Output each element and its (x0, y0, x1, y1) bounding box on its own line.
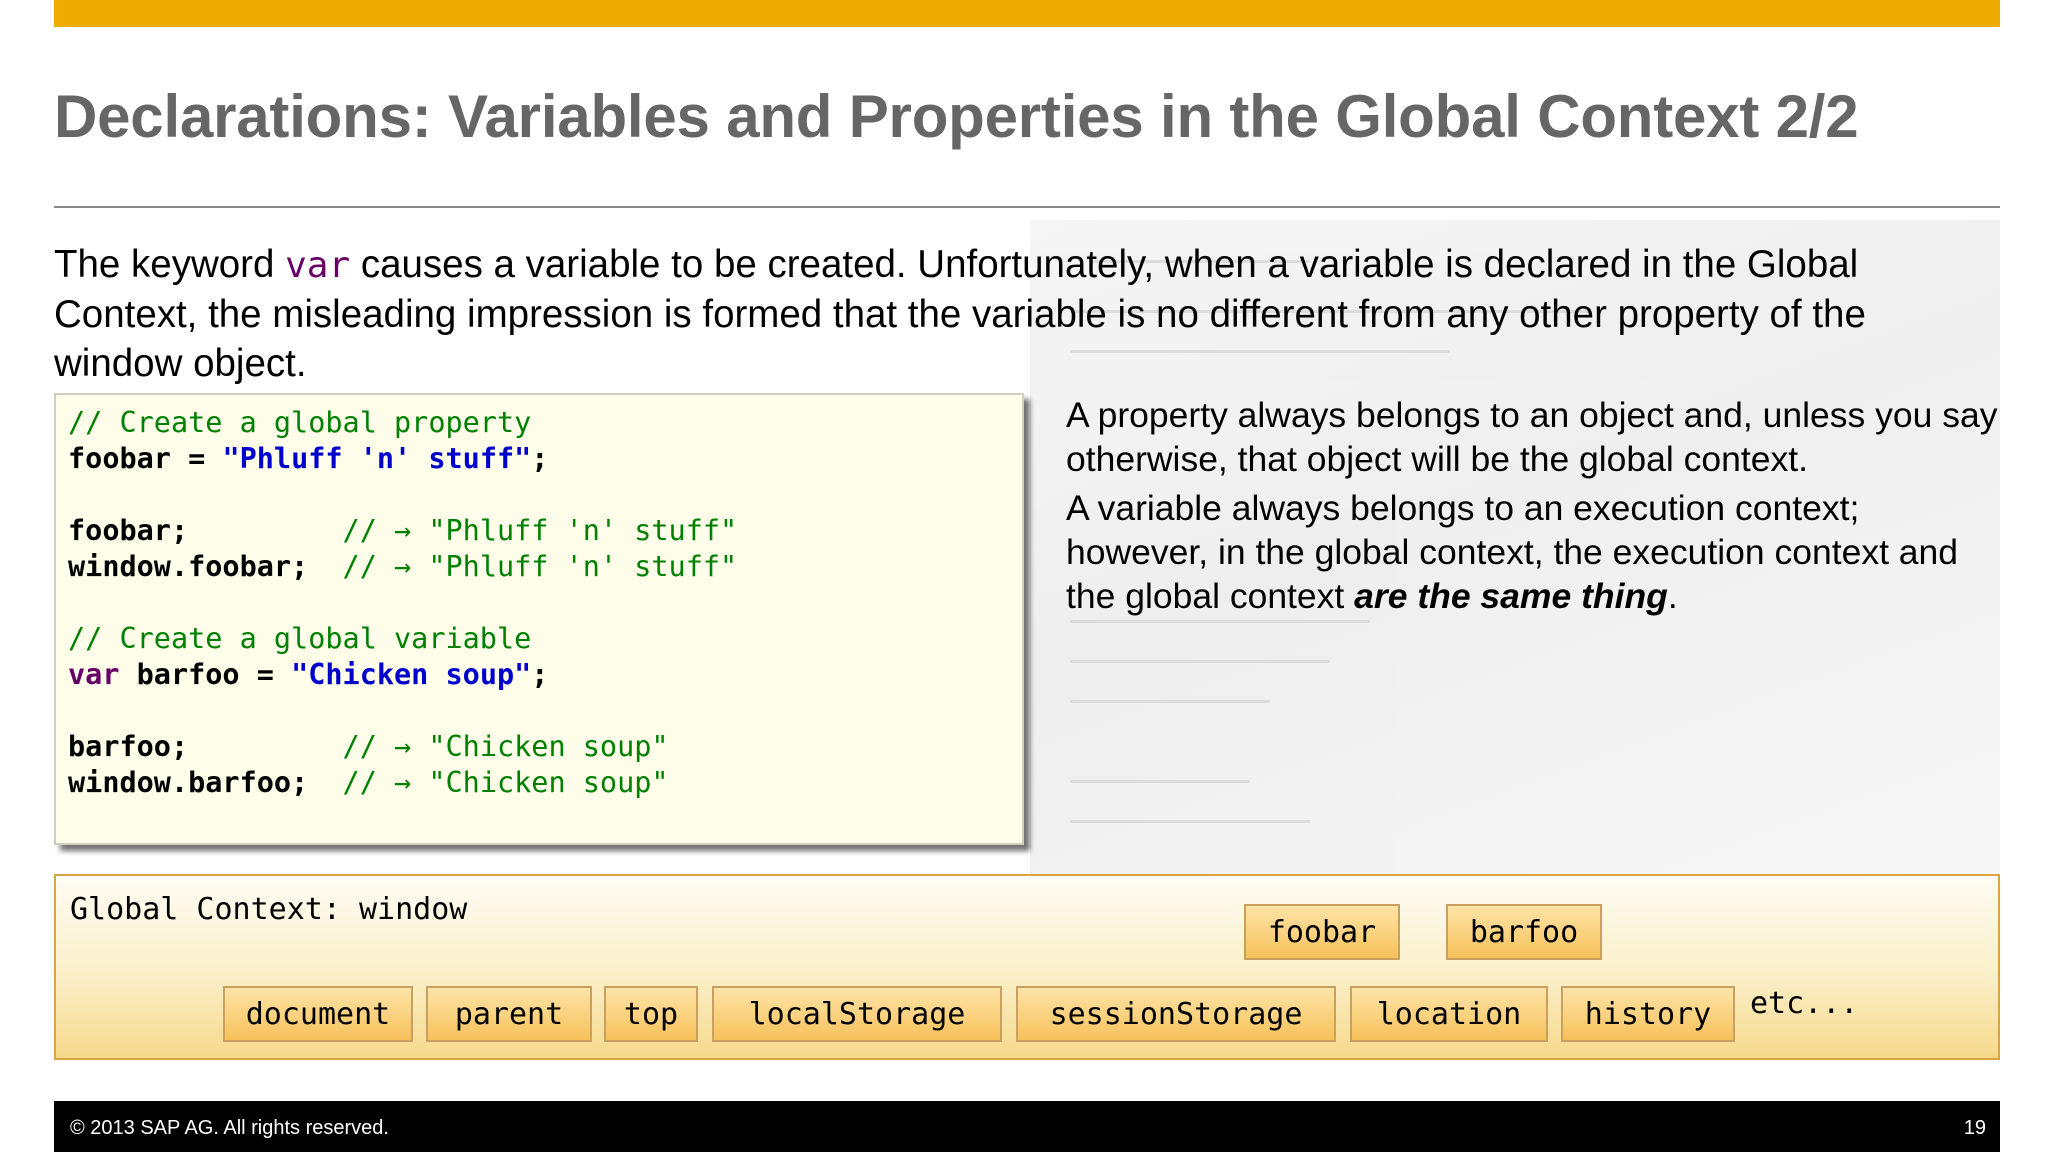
property-box-parent: parent (426, 986, 592, 1042)
code-padding (308, 766, 342, 799)
code-operator: = (170, 442, 223, 475)
code-comment-variable: // Create a global variable (68, 622, 532, 655)
etc-label: etc... (1750, 986, 1859, 1021)
variable-explanation-end: . (1667, 576, 1678, 616)
code-identifier: barfoo; (68, 730, 189, 763)
code-comment-arrow: // → (342, 766, 429, 799)
code-comment-arrow: // → (342, 514, 429, 547)
slide-title: Declarations: Variables and Properties i… (54, 83, 1859, 150)
intro-keyword-var: var (285, 245, 351, 286)
code-keyword-var: var (68, 658, 120, 691)
property-box-barfoo: barfoo (1446, 904, 1602, 960)
code-comment-arrow: // → (342, 550, 429, 583)
code-result-string: "Phluff 'n' stuff" (428, 514, 738, 547)
code-result-string: "Phluff 'n' stuff" (428, 550, 738, 583)
footer-bar: © 2013 SAP AG. All rights reserved. 19 (54, 1101, 2000, 1152)
page-number: 19 (1963, 1117, 1986, 1139)
property-explanation: A property always belongs to an object a… (1066, 395, 1998, 479)
code-padding (188, 514, 342, 547)
emphasis-same-thing: are the same thing (1354, 576, 1668, 616)
code-block: // Create a global property foobar = "Ph… (68, 405, 737, 801)
variable-explanation: A variable always belongs to an executio… (1066, 486, 2006, 618)
code-comment-arrow: // → (342, 730, 429, 763)
copyright-notice: © 2013 SAP AG. All rights reserved. (70, 1117, 389, 1139)
intro-text-before: The keyword (54, 243, 286, 286)
accent-bar (54, 0, 2000, 27)
global-context-panel: Global Context: window foobar barfoo doc… (54, 874, 2000, 1060)
code-operator: = (239, 658, 292, 691)
code-string: "Phluff 'n' stuff" (222, 442, 532, 475)
property-box-top: top (604, 986, 698, 1042)
code-string: "Chicken soup" (291, 658, 532, 691)
code-semicolon: ; (531, 442, 549, 475)
code-padding (308, 550, 342, 583)
code-result-string: "Chicken soup" (428, 730, 669, 763)
code-identifier: window.foobar; (68, 550, 309, 583)
global-context-label: Global Context: window (70, 892, 468, 927)
code-semicolon: ; (531, 658, 549, 691)
code-identifier: foobar; (68, 514, 189, 547)
property-box-location: location (1350, 986, 1548, 1042)
property-box-localstorage: localStorage (712, 986, 1002, 1042)
property-box-foobar: foobar (1244, 904, 1400, 960)
property-box-history: history (1561, 986, 1735, 1042)
code-example-box: // Create a global property foobar = "Ph… (54, 393, 1024, 845)
property-box-document: document (223, 986, 413, 1042)
code-identifier: window.barfoo; (68, 766, 309, 799)
code-identifier: barfoo (119, 658, 240, 691)
explanation-text: A property always belongs to an object a… (1066, 393, 2006, 623)
title-divider (54, 206, 2000, 208)
property-box-sessionstorage: sessionStorage (1016, 986, 1336, 1042)
code-result-string: "Chicken soup" (428, 766, 669, 799)
code-identifier: foobar (68, 442, 171, 475)
code-padding (188, 730, 342, 763)
code-comment-property: // Create a global property (68, 406, 532, 439)
intro-paragraph: The keyword var causes a variable to be … (54, 240, 2004, 388)
